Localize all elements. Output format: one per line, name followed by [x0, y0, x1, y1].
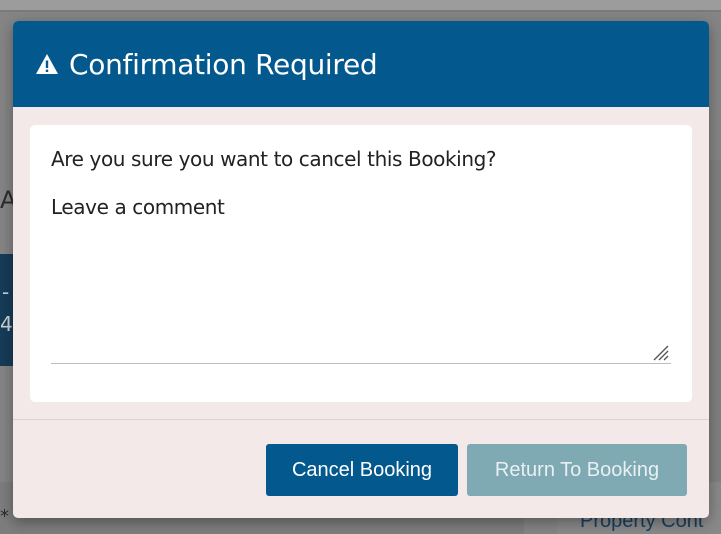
comment-textarea[interactable] — [51, 195, 671, 363]
confirmation-message: Are you sure you want to cancel this Boo… — [51, 147, 497, 171]
background-panel — [709, 160, 721, 482]
resize-handle-icon[interactable] — [651, 343, 669, 361]
background-text-fragment: * — [0, 506, 9, 527]
warning-triangle-icon — [35, 53, 59, 75]
dialog-title: Confirmation Required — [69, 47, 378, 81]
dialog-footer: Cancel Booking Return To Booking — [266, 444, 687, 496]
background-text-fragment: - — [2, 280, 10, 304]
confirmation-dialog: Confirmation Required Are you sure you w… — [13, 21, 709, 518]
background-top-bar — [0, 0, 721, 12]
dialog-body: Are you sure you want to cancel this Boo… — [13, 107, 709, 402]
cancel-booking-button[interactable]: Cancel Booking — [266, 444, 458, 496]
footer-divider — [13, 419, 709, 420]
return-to-booking-button[interactable]: Return To Booking — [467, 444, 687, 496]
dialog-header: Confirmation Required — [13, 21, 709, 107]
comment-field-wrapper — [51, 195, 671, 364]
dialog-content-card: Are you sure you want to cancel this Boo… — [30, 125, 692, 402]
